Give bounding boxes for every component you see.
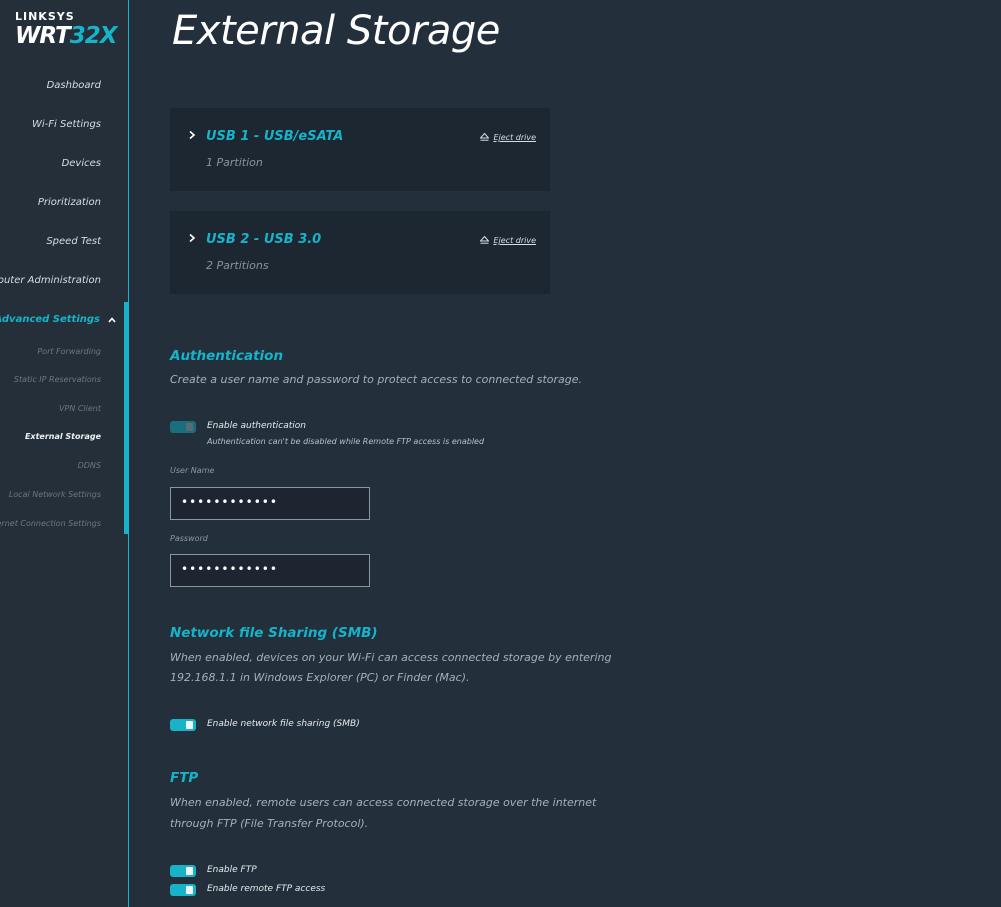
sidebar-item-advanced-settings[interactable]: Advanced Settings — [0, 314, 100, 325]
logo: LINKSYS WRT32X — [15, 10, 118, 49]
sidebar-subitem-vpn-client[interactable]: VPN Client — [59, 404, 101, 413]
active-section-indicator — [124, 302, 128, 534]
authentication-title: Authentication — [170, 348, 284, 364]
enable-ftp-label: Enable FTP — [207, 865, 257, 875]
eject-drive-link[interactable]: Eject drive — [480, 133, 536, 142]
sidebar-item-router-administration[interactable]: Router Administration — [0, 275, 101, 286]
ftp-description-line2: through FTP (File Transfer Protocol). — [170, 817, 369, 830]
logo-model: WRT32X — [15, 23, 118, 49]
enable-remote-ftp-label: Enable remote FTP access — [207, 884, 326, 894]
enable-smb-toggle[interactable] — [170, 719, 196, 731]
toggle-knob — [186, 886, 193, 894]
toggle-knob — [186, 867, 193, 875]
eject-drive-label[interactable]: Eject drive — [493, 236, 536, 245]
logo-model-accent: 32X — [69, 23, 118, 49]
smb-description-line2: 192.168.1.1 in Windows Explorer (PC) or … — [170, 671, 470, 684]
page-title: External Storage — [172, 8, 500, 54]
enable-remote-ftp-toggle[interactable] — [170, 884, 196, 896]
username-field[interactable]: •••••••••••• — [170, 487, 370, 520]
enable-ftp-toggle[interactable] — [170, 865, 196, 877]
password-label: Password — [170, 534, 208, 543]
smb-description-line1: When enabled, devices on your Wi-Fi can … — [170, 651, 612, 664]
chevron-up-icon[interactable] — [108, 316, 116, 324]
logo-company: LINKSYS — [15, 10, 75, 23]
drive-name[interactable]: USB 1 - USB/eSATA — [206, 129, 343, 144]
eject-drive-link[interactable]: Eject drive — [480, 236, 536, 245]
authentication-description: Create a user name and password to prote… — [170, 373, 583, 386]
toggle-knob — [186, 721, 193, 729]
sidebar-subitem-port-forwarding[interactable]: Port Forwarding — [37, 347, 101, 356]
logo-model-prefix: WRT — [15, 23, 71, 49]
sidebar-item-wifi-settings[interactable]: Wi-Fi Settings — [32, 119, 101, 130]
username-label: User Name — [170, 466, 215, 475]
eject-drive-label[interactable]: Eject drive — [493, 133, 536, 142]
sidebar-subitem-static-ip-reservations[interactable]: Static IP Reservations — [14, 375, 101, 384]
enable-authentication-toggle[interactable] — [170, 421, 196, 433]
sidebar-item-speed-test[interactable]: Speed Test — [46, 236, 101, 247]
sidebar-item-devices[interactable]: Devices — [62, 158, 101, 169]
drive-card-usb2[interactable]: USB 2 - USB 3.0 2 Partitions Eject drive — [170, 211, 550, 294]
drive-partitions: 2 Partitions — [206, 259, 269, 272]
sidebar-subitem-local-network-settings[interactable]: Local Network Settings — [9, 490, 101, 499]
enable-smb-label: Enable network file sharing (SMB) — [207, 719, 360, 729]
smb-title: Network file Sharing (SMB) — [170, 625, 378, 641]
eject-icon — [480, 133, 490, 141]
password-field[interactable]: •••••••••••• — [170, 554, 370, 587]
authentication-note: Authentication can't be disabled while R… — [207, 437, 485, 446]
drive-name[interactable]: USB 2 - USB 3.0 — [206, 232, 321, 247]
chevron-right-icon[interactable] — [188, 233, 196, 243]
sidebar-item-dashboard[interactable]: Dashboard — [47, 80, 101, 91]
ftp-description-line1: When enabled, remote users can access co… — [170, 796, 597, 809]
sidebar-subitem-internet-connection-settings[interactable]: Internet Connection Settings — [0, 519, 101, 528]
enable-authentication-label: Enable authentication — [207, 421, 306, 431]
sidebar-subitem-ddns[interactable]: DDNS — [78, 461, 101, 470]
sidebar-item-prioritization[interactable]: Prioritization — [38, 197, 101, 208]
sidebar-subitem-external-storage[interactable]: External Storage — [25, 432, 101, 441]
toggle-knob — [186, 423, 193, 431]
drive-partitions: 1 Partition — [206, 156, 263, 169]
drive-card-usb1[interactable]: USB 1 - USB/eSATA 1 Partition Eject driv… — [170, 108, 550, 191]
eject-icon — [480, 236, 490, 244]
ftp-title: FTP — [170, 770, 199, 786]
sidebar: LINKSYS WRT32X Dashboard Wi-Fi Settings … — [0, 0, 129, 907]
chevron-right-icon[interactable] — [188, 130, 196, 140]
